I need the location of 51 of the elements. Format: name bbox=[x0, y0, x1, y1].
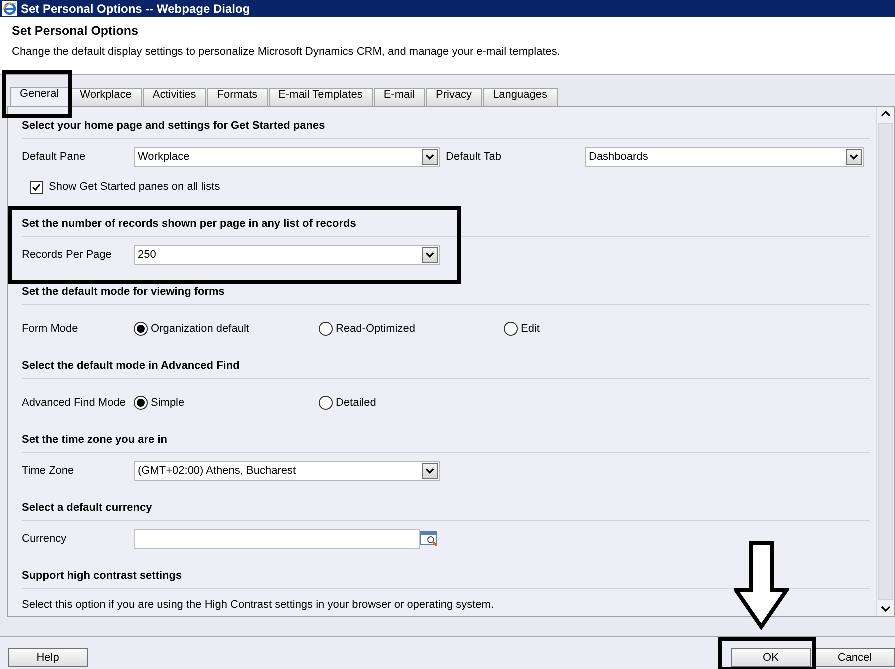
chevron-down-icon bbox=[422, 247, 438, 263]
tab[interactable]: General bbox=[10, 87, 70, 106]
chevron-down-icon bbox=[422, 463, 438, 479]
radio-button[interactable] bbox=[319, 322, 333, 336]
dropdown[interactable]: (GMT+02:00) Athens, Bucharest bbox=[134, 461, 440, 481]
dialog-button[interactable]: Cancel bbox=[815, 648, 895, 667]
radio-label: Detailed bbox=[336, 397, 376, 409]
field-label: Form Mode bbox=[22, 323, 80, 335]
lookup-icon[interactable] bbox=[420, 530, 440, 548]
tab[interactable]: Workplace bbox=[70, 88, 142, 106]
section-heading: Set the default mode for viewing forms bbox=[22, 285, 870, 305]
field-label: Time Zone bbox=[22, 465, 76, 477]
field-label: Currency bbox=[22, 533, 68, 545]
tab[interactable]: E-mail bbox=[374, 88, 425, 106]
section-heading: Select a default currency bbox=[22, 501, 870, 521]
lookup-field[interactable] bbox=[134, 529, 420, 549]
dialog-button[interactable]: Help bbox=[8, 648, 88, 667]
tab[interactable]: Privacy bbox=[426, 88, 482, 106]
dropdown[interactable]: Dashboards bbox=[585, 147, 864, 167]
dialog-button[interactable]: OK bbox=[731, 648, 811, 667]
field-label: Default Pane bbox=[22, 151, 87, 163]
checkbox[interactable] bbox=[30, 180, 43, 194]
section-heading: Set the number of records shown per page in any list of records bbox=[22, 217, 870, 237]
radio-button[interactable] bbox=[504, 322, 518, 336]
dialog-heading: Set Personal Options bbox=[12, 24, 140, 38]
field-label: Advanced Find Mode bbox=[22, 397, 127, 409]
field-label: Records Per Page bbox=[22, 249, 113, 261]
radio-button[interactable] bbox=[319, 396, 333, 410]
radio-label: Organization default bbox=[151, 323, 250, 335]
chevron-down-icon bbox=[422, 149, 438, 165]
section-heading: Select the default mode in Advanced Find bbox=[22, 359, 870, 379]
window-title: Set Personal Options -- Webpage Dialog bbox=[21, 2, 250, 16]
radio-button[interactable] bbox=[134, 396, 148, 410]
radio-label: Read-Optimized bbox=[336, 323, 416, 335]
tab[interactable]: Languages bbox=[483, 88, 558, 106]
checkbox-label: Show Get Started panes on all lists bbox=[49, 181, 220, 193]
section-heading: Select your home page and settings for Get Started panes bbox=[22, 119, 870, 139]
radio-label: Simple bbox=[151, 397, 185, 409]
radio-label: Edit bbox=[521, 323, 540, 335]
scrollbar[interactable] bbox=[876, 107, 894, 616]
description-text: Select this option if you are using the High Contrast settings in your browser or operating system. bbox=[22, 599, 494, 611]
tab[interactable]: Formats bbox=[207, 88, 268, 106]
tab[interactable]: Activities bbox=[142, 88, 206, 106]
field-label: Default Tab bbox=[445, 151, 502, 163]
chevron-down-icon bbox=[846, 149, 862, 165]
dropdown[interactable]: Workplace bbox=[134, 147, 440, 167]
tab[interactable]: E-mail Templates bbox=[268, 88, 373, 106]
dialog-description: Change the default display settings to personalize Microsoft Dynamics CRM, and manage your e-mail templates. bbox=[12, 46, 562, 58]
section-heading: Set the time zone you are in bbox=[22, 433, 870, 453]
dropdown[interactable]: 250 bbox=[134, 245, 440, 265]
radio-button[interactable] bbox=[134, 322, 148, 336]
